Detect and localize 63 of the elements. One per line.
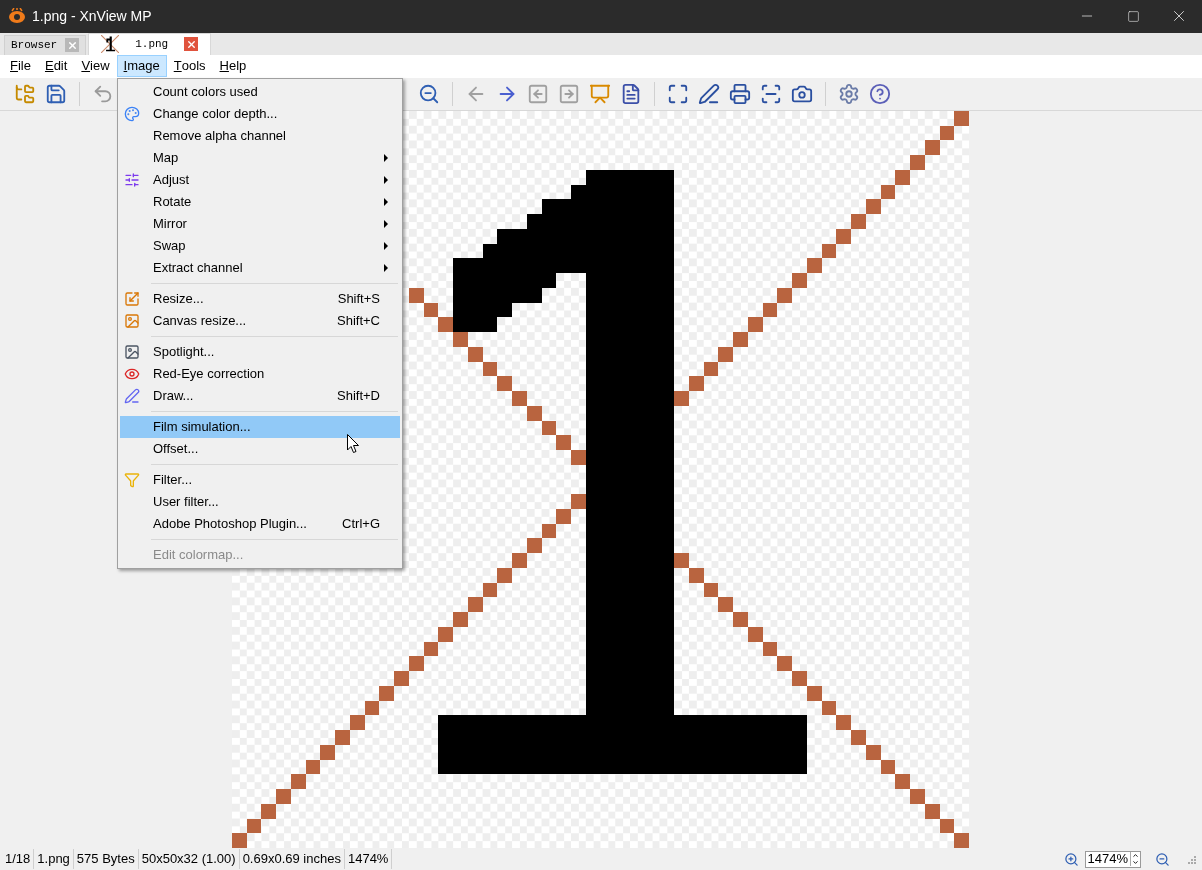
resize-grip-icon <box>1186 854 1196 865</box>
resize-icon <box>124 291 140 307</box>
spin-arrows-icon[interactable] <box>1130 852 1140 867</box>
menu-entry[interactable]: Map <box>120 147 400 169</box>
menu-entry[interactable]: Draw... Shift+D <box>120 385 400 407</box>
submenu-arrow-icon <box>384 264 388 272</box>
menu-item[interactable]: Tools <box>166 55 213 78</box>
submenu-arrow-icon <box>384 220 388 228</box>
menu-entry[interactable]: Canvas resize... Shift+C <box>120 310 400 332</box>
status-field: 575 Bytes <box>73 849 139 869</box>
shortcut-label: Shift+D <box>337 387 380 406</box>
window-title: 1.png - XnView MP <box>32 6 152 26</box>
menu-item[interactable]: File <box>3 55 38 78</box>
menu-entry[interactable]: Film simulation... <box>120 416 400 438</box>
shortcut-label: Ctrl+G <box>342 515 380 534</box>
submenu-arrow-icon <box>384 154 388 162</box>
tab-label: Browser <box>11 37 58 53</box>
submenu-arrow-icon <box>384 242 388 250</box>
thumbnail-icon <box>101 35 120 54</box>
menu-entry[interactable]: Spotlight... <box>120 341 400 363</box>
menu-item[interactable]: Help <box>212 55 254 78</box>
menu-entry[interactable]: Resize... Shift+S <box>120 288 400 310</box>
menu-entry[interactable]: Adobe Photoshop Plugin... Ctrl+G <box>120 513 400 535</box>
palette-icon <box>124 106 140 122</box>
menu-entry[interactable]: Extract channel <box>120 257 400 279</box>
menu-entry[interactable]: Red-Eye correction <box>120 363 400 385</box>
shortcut-label: Shift+C <box>337 312 380 331</box>
eye-icon <box>124 366 140 382</box>
status-field: 1474% <box>344 849 393 869</box>
zoom-spinbox[interactable]: 1474% <box>1084 850 1141 868</box>
menu-entry[interactable]: Swap <box>120 235 400 257</box>
eye-logo-icon <box>8 8 26 25</box>
status-field: 1.png <box>34 849 74 869</box>
menu-entry[interactable]: Mirror <box>120 213 400 235</box>
menu-item[interactable]: Image <box>116 55 167 78</box>
menu-entry[interactable]: Remove alpha channel <box>120 125 400 147</box>
status-field: 50x50x32 (1.00) <box>138 849 240 869</box>
close-icon[interactable] <box>184 37 199 52</box>
mouse-pointer-icon <box>347 434 360 454</box>
tab[interactable]: Browser <box>4 34 87 55</box>
pen-icon <box>124 388 140 404</box>
menu-entry[interactable]: Count colors used <box>120 81 400 103</box>
zoom-in-icon[interactable] <box>1063 851 1079 867</box>
menu-entry[interactable]: Adjust <box>120 169 400 191</box>
submenu-arrow-icon <box>384 176 388 184</box>
menu-entry[interactable]: User filter... <box>120 491 400 513</box>
menu-item[interactable]: Edit <box>37 55 75 78</box>
status-field: 1/18 <box>2 849 35 869</box>
menu-entry[interactable]: Offset... <box>120 438 400 460</box>
funnel-icon <box>124 472 140 488</box>
picture-icon <box>124 344 140 360</box>
submenu-arrow-icon <box>384 198 388 206</box>
menu-entry[interactable]: Change color depth... <box>120 103 400 125</box>
menu-entry[interactable]: Filter... <box>120 469 400 491</box>
picture-icon <box>124 313 140 329</box>
sliders-icon <box>124 172 140 188</box>
shortcut-label: Shift+S <box>337 290 380 309</box>
zoom-out-icon[interactable] <box>1155 851 1170 867</box>
tab-label: 1.png <box>135 36 169 52</box>
menu-entry[interactable]: Rotate <box>120 191 400 213</box>
menu-item[interactable]: View <box>74 55 117 78</box>
status-field: 0.69x0.69 inches <box>239 849 345 869</box>
tab[interactable]: 1.png <box>88 32 212 55</box>
